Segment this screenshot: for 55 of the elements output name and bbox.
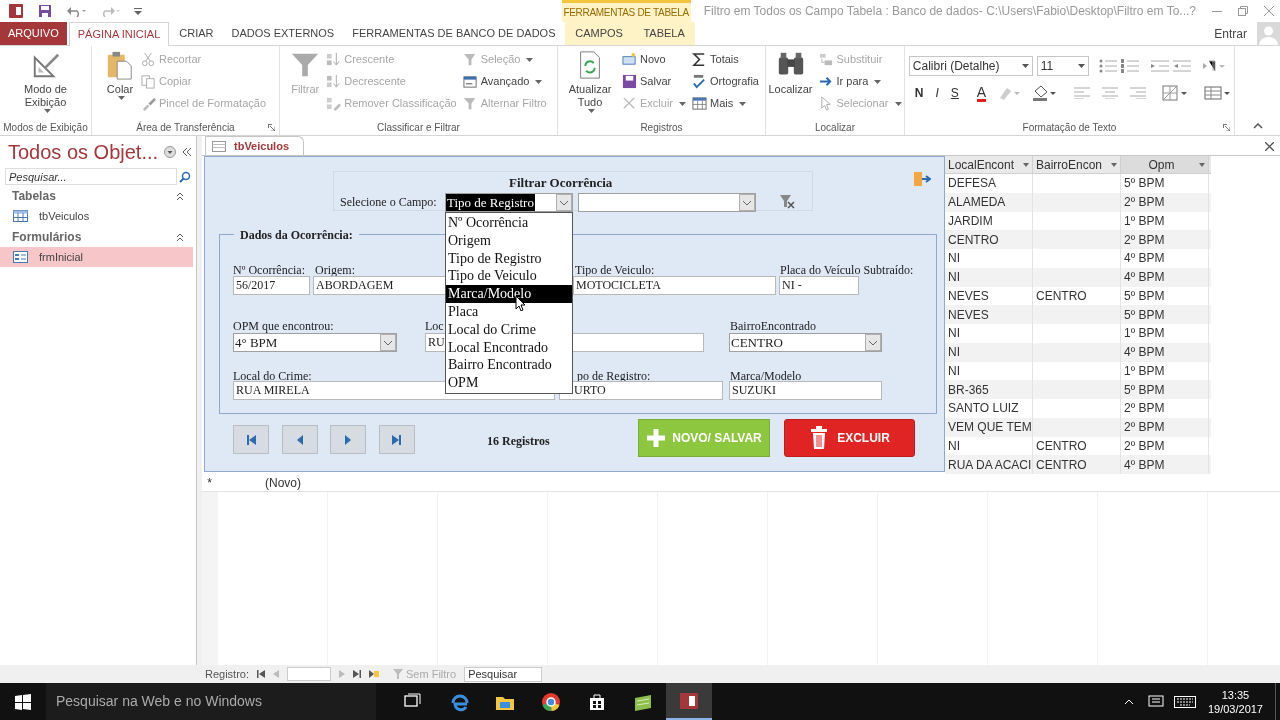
table-cell-text: RUA DA ACACI (948, 456, 1032, 474)
table-cell-text: JARDIM (948, 212, 993, 230)
table-cell-text: 5º BPM (1124, 306, 1165, 324)
context-tab-group-label: FERRAMENTAS DE TABELA (561, 0, 691, 22)
table-cell-text: DEFESA (948, 175, 996, 193)
field-label: Nº Ocorrência: (233, 262, 306, 279)
table-cell-text: NI (948, 344, 960, 362)
table-cell-text: 2º BPM (1124, 437, 1165, 455)
table-cell-text: ALAMEDA (948, 194, 1006, 212)
table-cell-text: 5º BPM (1124, 381, 1165, 399)
record-count: 16 Registros (487, 433, 550, 450)
table-cell-text: 5º BPM (1124, 287, 1165, 305)
group-label: Área de Transferência (136, 120, 235, 135)
field-label: BairroEncontrado (730, 318, 816, 335)
table-cell-text: 1º BPM (1124, 212, 1165, 230)
table-cell-text: NEVES (948, 306, 989, 324)
table-cell-text: 4º BPM (1124, 250, 1165, 268)
field-label: Loc (425, 318, 444, 335)
field-label: Selecione o Campo: (340, 194, 437, 211)
field-label: OPM que encontrou: (233, 318, 334, 335)
group-label: Localizar (815, 121, 855, 135)
table-cell-text: 2º BPM (1124, 419, 1165, 437)
table-cell-text: VEM QUE TEM (948, 419, 1032, 437)
table-cell-text: NI (948, 250, 960, 268)
table-cell-text: CENTRO (1036, 456, 1087, 474)
table-cell-text: NI (948, 269, 960, 287)
form-title: Filtrar Ocorrência (509, 174, 613, 192)
table-cell-text: NI (948, 362, 960, 380)
table-cell-text: BR-365 (948, 381, 989, 399)
table-cell-text: NI (948, 325, 960, 343)
field-label: Placa do Veículo Subtraído: (780, 262, 914, 279)
group-label: Modos de Exibição (3, 121, 88, 135)
table-cell-text: 4º BPM (1124, 269, 1165, 287)
table-cell-text: NI (948, 437, 960, 455)
table-cell-text: 4º BPM (1124, 344, 1165, 362)
table-cell-text: 4º BPM (1124, 456, 1165, 474)
record-label: Registro: (205, 666, 250, 682)
group-label: Formatação de Texto (1022, 121, 1117, 135)
new-record-marker: * (206, 474, 213, 492)
group-label: Registros (640, 121, 683, 135)
table-cell-text: SANTO LUIZ (948, 400, 1019, 418)
table-cell-text: 5º BPM (1124, 175, 1165, 193)
field-label: Origem: (315, 262, 355, 279)
table-cell-text: CENTRO (1036, 287, 1087, 305)
table-cell-text: 2º BPM (1124, 400, 1165, 418)
group-label: Classificar e Filtrar (377, 121, 460, 135)
table-cell-text: CENTRO (1036, 437, 1087, 455)
window-title: Filtro em Todos os Campo Tabela : Banco de dados- C:\Users\Fabio\Desktop\Filtro em To... (702, 3, 1190, 20)
table-cell-text: NEVES (948, 287, 989, 305)
table-cell-text: 2º BPM (1124, 231, 1165, 249)
field-label: Tipo de Veiculo: (575, 262, 655, 279)
table-cell-text: 2º BPM (1124, 194, 1165, 212)
table-cell-text: 1º BPM (1124, 325, 1165, 343)
table-cell-text: 1º BPM (1124, 362, 1165, 380)
table-cell-text: CENTRO (948, 231, 999, 249)
